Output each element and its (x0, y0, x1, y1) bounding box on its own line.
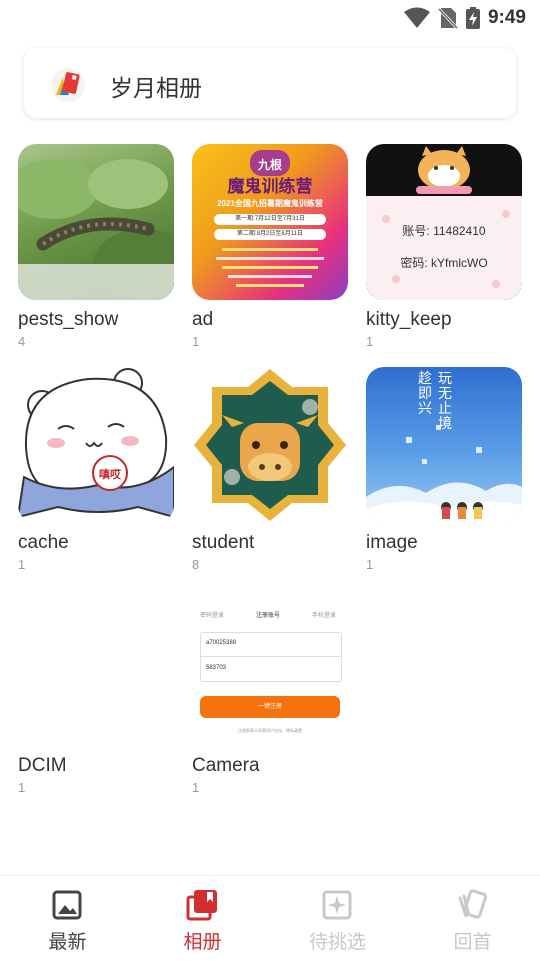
album-name: Camera (192, 755, 260, 776)
album-name: DCIM (18, 755, 67, 776)
camera-tab-3: 手机登录 (312, 613, 337, 619)
ad-period-1: 第一期:7月12日至7月31日 (214, 214, 326, 225)
album-count: 8 (192, 557, 200, 572)
album-count: 1 (18, 780, 26, 795)
sparkle-icon (322, 890, 352, 920)
no-sim-icon (437, 7, 458, 29)
nav-albums[interactable]: 相册 (135, 876, 270, 961)
album-image[interactable]: 玩无止境 趁即兴 image 1 (366, 367, 522, 573)
ox-illustration (194, 369, 346, 521)
ad-headline: 魔鬼训练营 (227, 177, 313, 196)
ad-brand: 九根 (257, 158, 282, 172)
album-name: ad (192, 309, 214, 330)
album-kitty-keep[interactable]: 账号: 11482410 密码: kYfmlcWO kitty_keep 1 (366, 144, 522, 350)
app-header: 岁月相册 (24, 48, 516, 118)
nav-lookback[interactable]: 回首 (405, 876, 540, 961)
album-thumbnail (192, 367, 348, 523)
poster-title-2: 趁即兴 (418, 370, 432, 416)
poster-title: 玩无止境 (438, 370, 452, 431)
camera-footer: 注册即表示同意用户协议、隐私政策 (238, 728, 302, 733)
album-pests-show[interactable]: pests_show 4 (18, 144, 174, 350)
camera-tab-2: 注册账号 (256, 613, 281, 619)
album-name: pests_show (18, 309, 119, 330)
bear-illustration (18, 368, 174, 519)
album-count: 1 (192, 334, 200, 349)
album-name: image (366, 532, 418, 553)
nav-label: 回首 (453, 932, 492, 953)
album-count: 1 (366, 557, 374, 572)
nav-label: 相册 (183, 932, 222, 953)
album-thumbnail: 嗔哎 (18, 367, 174, 523)
camera-tab-1: 密码登录 (200, 613, 225, 619)
nav-latest[interactable]: 最新 (0, 876, 135, 961)
wifi-icon (403, 7, 430, 28)
app-title: 岁月相册 (110, 75, 202, 101)
album-thumbnail: 九根 魔鬼训练营 2021全国九招暑期魔鬼训练营 第一期:7月12日至7月31日… (192, 144, 348, 300)
ad-period-2: 第二期:8月2日至8月11日 (214, 229, 326, 240)
album-dcim[interactable]: DCIM 1 (18, 590, 174, 796)
ad-subtitle: 2021全国九招暑期魔鬼训练营 (217, 199, 323, 208)
cards-icon (458, 889, 488, 919)
album-name: cache (18, 532, 69, 553)
album-thumbnail: 账号: 11482410 密码: kYfmlcWO (366, 144, 522, 300)
caterpillar-photo (18, 159, 174, 300)
album-thumbnail: 密码登录 注册账号 手机登录 a70025388 583703 一键注册 注册即… (192, 590, 348, 746)
album-cache[interactable]: 嗔哎 cache 1 (18, 367, 174, 573)
image-icon (52, 890, 82, 920)
camera-field-1: a70025388 (206, 640, 237, 646)
nav-label: 最新 (48, 932, 87, 953)
kitty-password: 密码: kYfmlcWO (400, 256, 488, 270)
album-name: student (192, 532, 255, 553)
album-thumbnail: 玩无止境 趁即兴 (366, 367, 522, 523)
album-student[interactable]: student 8 (192, 367, 348, 573)
camera-field-2: 583703 (206, 665, 227, 671)
album-count: 1 (192, 780, 200, 795)
battery-charging-icon (465, 7, 480, 29)
album-icon (186, 890, 217, 921)
bottom-nav: 最新 相册 待挑选 回首 (0, 875, 540, 961)
album-count: 1 (366, 334, 374, 349)
app-logo-icon (51, 68, 85, 102)
album-camera[interactable]: 密码登录 注册账号 手机登录 a70025388 583703 一键注册 注册即… (192, 590, 348, 796)
album-thumbnail (18, 590, 174, 746)
status-bar: 9:49 (0, 0, 540, 36)
nav-pending[interactable]: 待挑选 (270, 876, 405, 961)
status-time: 9:49 (487, 7, 526, 28)
nav-label: 待挑选 (308, 932, 366, 953)
album-count: 4 (18, 334, 26, 349)
album-count: 1 (18, 557, 26, 572)
album-thumbnail (18, 144, 174, 300)
camera-register-button: 一键注册 (200, 696, 340, 718)
kitty-account: 账号: 11482410 (402, 224, 486, 238)
cache-badge-text: 嗔哎 (99, 469, 121, 481)
album-name: kitty_keep (366, 309, 452, 330)
album-ad[interactable]: 九根 魔鬼训练营 2021全国九招暑期魔鬼训练营 第一期:7月12日至7月31日… (192, 144, 348, 350)
